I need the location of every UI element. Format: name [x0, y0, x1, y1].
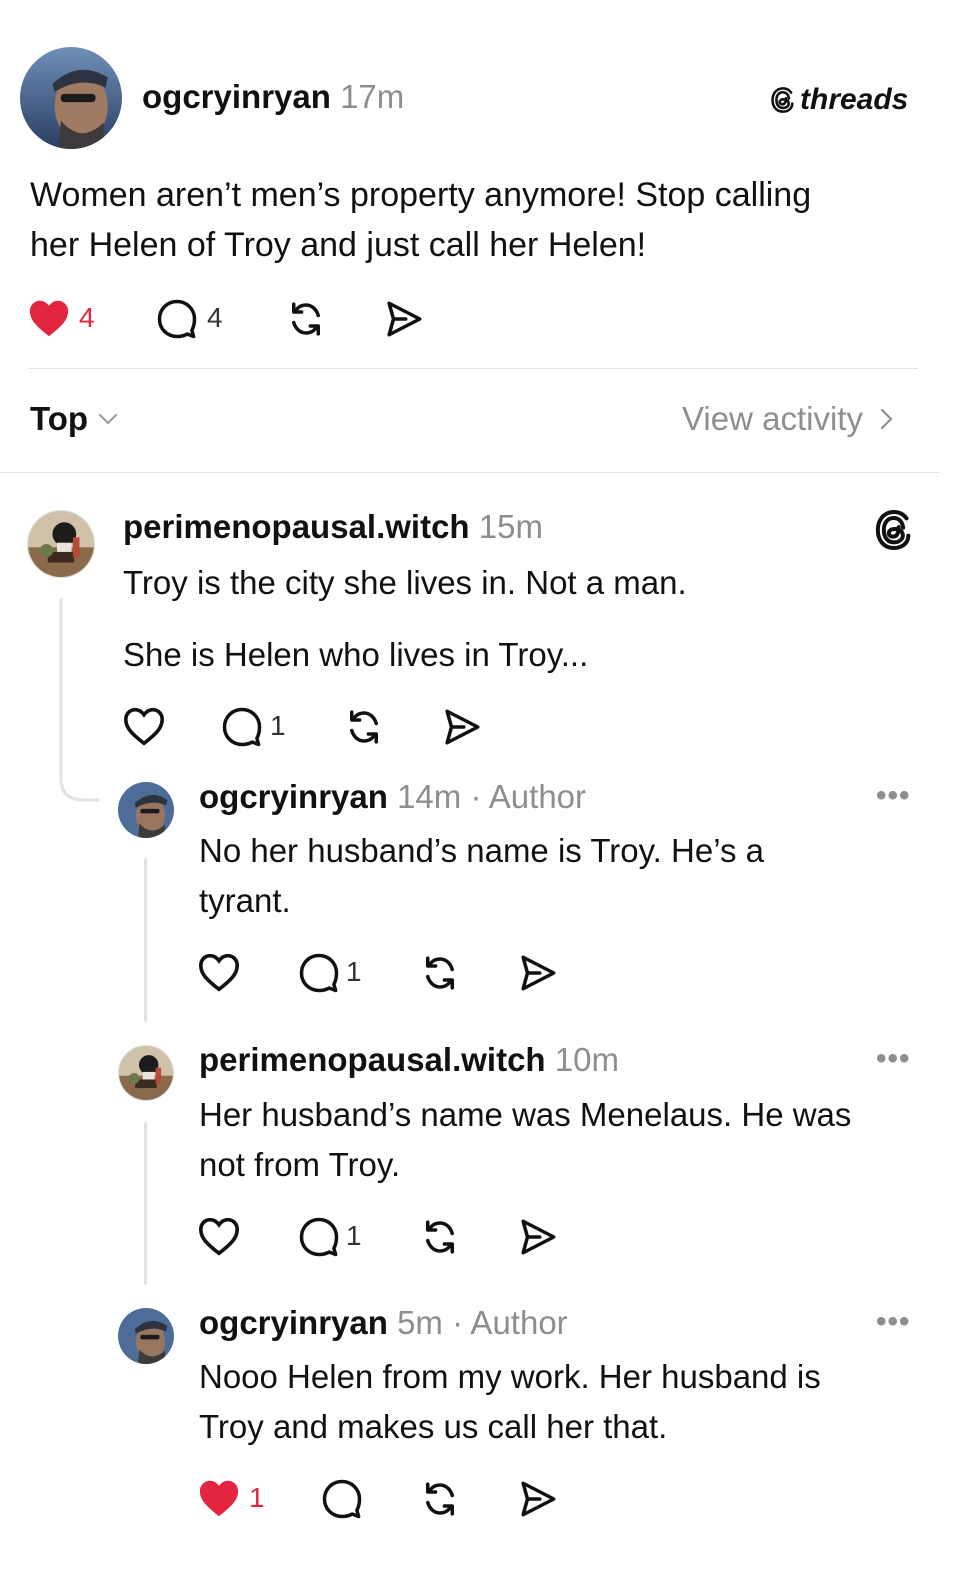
more-icon[interactable]: ••• [876, 1044, 911, 1074]
reply-4-time: 5m [397, 1304, 443, 1341]
repost-icon[interactable] [418, 1478, 462, 1520]
share-icon[interactable] [516, 952, 560, 994]
reply-4-username[interactable]: ogcryinryan [199, 1304, 388, 1341]
more-icon[interactable]: ••• [876, 781, 911, 811]
more-icon[interactable]: ••• [876, 1307, 911, 1337]
share-icon[interactable] [516, 1478, 560, 1520]
heart-icon[interactable] [197, 1216, 241, 1256]
thread-line [144, 1122, 147, 1285]
reply-3-avatar[interactable] [118, 1045, 174, 1101]
sort-dropdown[interactable]: Top [30, 400, 120, 438]
view-activity-link[interactable]: View activity [682, 400, 897, 438]
heart-icon[interactable] [197, 1478, 241, 1518]
post-text-line-1: Women aren’t men’s property anymore! Sto… [30, 176, 812, 214]
reply-3-line-2: not from Troy. [199, 1146, 401, 1183]
chevron-right-icon [880, 408, 893, 430]
repost-icon[interactable] [342, 706, 386, 748]
reply-1-comment-count: 1 [270, 710, 286, 741]
post-divider [28, 368, 918, 369]
reply-4-line-1: Nooo Helen from my work. Her husband is [199, 1358, 821, 1395]
repost-icon[interactable] [418, 952, 462, 994]
post-like-count: 4 [79, 302, 95, 333]
reply-2-author-tag: · Author [470, 778, 587, 815]
reply-4-line-2: Troy and makes us call her that. [199, 1408, 668, 1445]
comment-icon[interactable] [155, 298, 199, 340]
reply-1-time: 15m [478, 508, 543, 545]
reply-2-line-1: No her husband’s name is Troy. He’s a [199, 832, 764, 869]
comment-icon[interactable] [297, 952, 341, 994]
post-text-line-2: her Helen of Troy and just call her Hele… [30, 226, 647, 264]
reply-2-username[interactable]: ogcryinryan [199, 778, 388, 815]
repost-icon[interactable] [284, 298, 328, 340]
reply-2-body: No her husband’s name is Troy. He’s a ty… [199, 826, 919, 926]
reply-4-body: Nooo Helen from my work. Her husband is … [199, 1352, 929, 1452]
reply-3-line-1: Her husband’s name was Menelaus. He was [199, 1096, 852, 1133]
reply-2-avatar[interactable] [118, 782, 174, 838]
share-icon[interactable] [440, 706, 484, 748]
reply-2-time: 14m [397, 778, 462, 815]
post-username[interactable]: ogcryinryan [142, 78, 331, 115]
post-time: 17m [340, 78, 405, 115]
reply-3-header: perimenopausal.witch 10m [199, 1041, 619, 1079]
reply-3-comment-count: 1 [346, 1220, 362, 1251]
thread-line [144, 858, 147, 1022]
heart-icon[interactable] [122, 706, 166, 746]
post-avatar[interactable] [20, 47, 122, 149]
reply-2-header: ogcryinryan 14m · Author [199, 778, 586, 816]
share-icon[interactable] [382, 298, 426, 340]
threads-brand: threads [770, 80, 908, 120]
reply-3-time: 10m [554, 1041, 619, 1078]
reply-4-avatar[interactable] [118, 1308, 174, 1364]
threads-logo-icon [875, 509, 911, 551]
reply-3-username[interactable]: perimenopausal.witch [199, 1041, 546, 1078]
comment-icon[interactable] [220, 706, 264, 748]
reply-1-avatar[interactable] [27, 510, 95, 578]
repost-icon[interactable] [418, 1216, 462, 1258]
reply-1-body: Troy is the city she lives in. Not a man… [123, 558, 903, 680]
chevron-down-icon [99, 414, 118, 425]
reply-4-author-tag: · Author [452, 1304, 568, 1341]
reply-2-comment-count: 1 [346, 956, 362, 987]
view-activity-label: View activity [682, 400, 863, 437]
comment-icon[interactable] [297, 1216, 341, 1258]
reply-1-username[interactable]: perimenopausal.witch [123, 508, 470, 545]
reply-4-like-count: 1 [249, 1482, 265, 1513]
reply-2-line-2: tyrant. [199, 882, 291, 919]
sort-label: Top [30, 400, 89, 437]
post-body: Women aren’t men’s property anymore! Sto… [30, 170, 930, 270]
heart-icon[interactable] [197, 952, 241, 992]
post-header: ogcryinryan 17m [142, 78, 404, 116]
post-comment-count: 4 [207, 302, 223, 333]
heart-icon[interactable] [27, 298, 71, 338]
reply-1-line-2: She is Helen who lives in Troy... [123, 636, 589, 673]
thread-connector [59, 598, 100, 802]
comment-icon[interactable] [320, 1478, 364, 1520]
threads-logo-icon [771, 87, 794, 113]
threads-brand-label: threads [800, 83, 909, 116]
reply-1-header: perimenopausal.witch 15m [123, 508, 543, 546]
share-icon[interactable] [516, 1216, 560, 1258]
reply-4-header: ogcryinryan 5m · Author [199, 1304, 568, 1342]
reply-3-body: Her husband’s name was Menelaus. He was … [199, 1090, 929, 1190]
reply-1-line-1: Troy is the city she lives in. Not a man… [123, 564, 687, 601]
sort-divider [0, 472, 940, 473]
